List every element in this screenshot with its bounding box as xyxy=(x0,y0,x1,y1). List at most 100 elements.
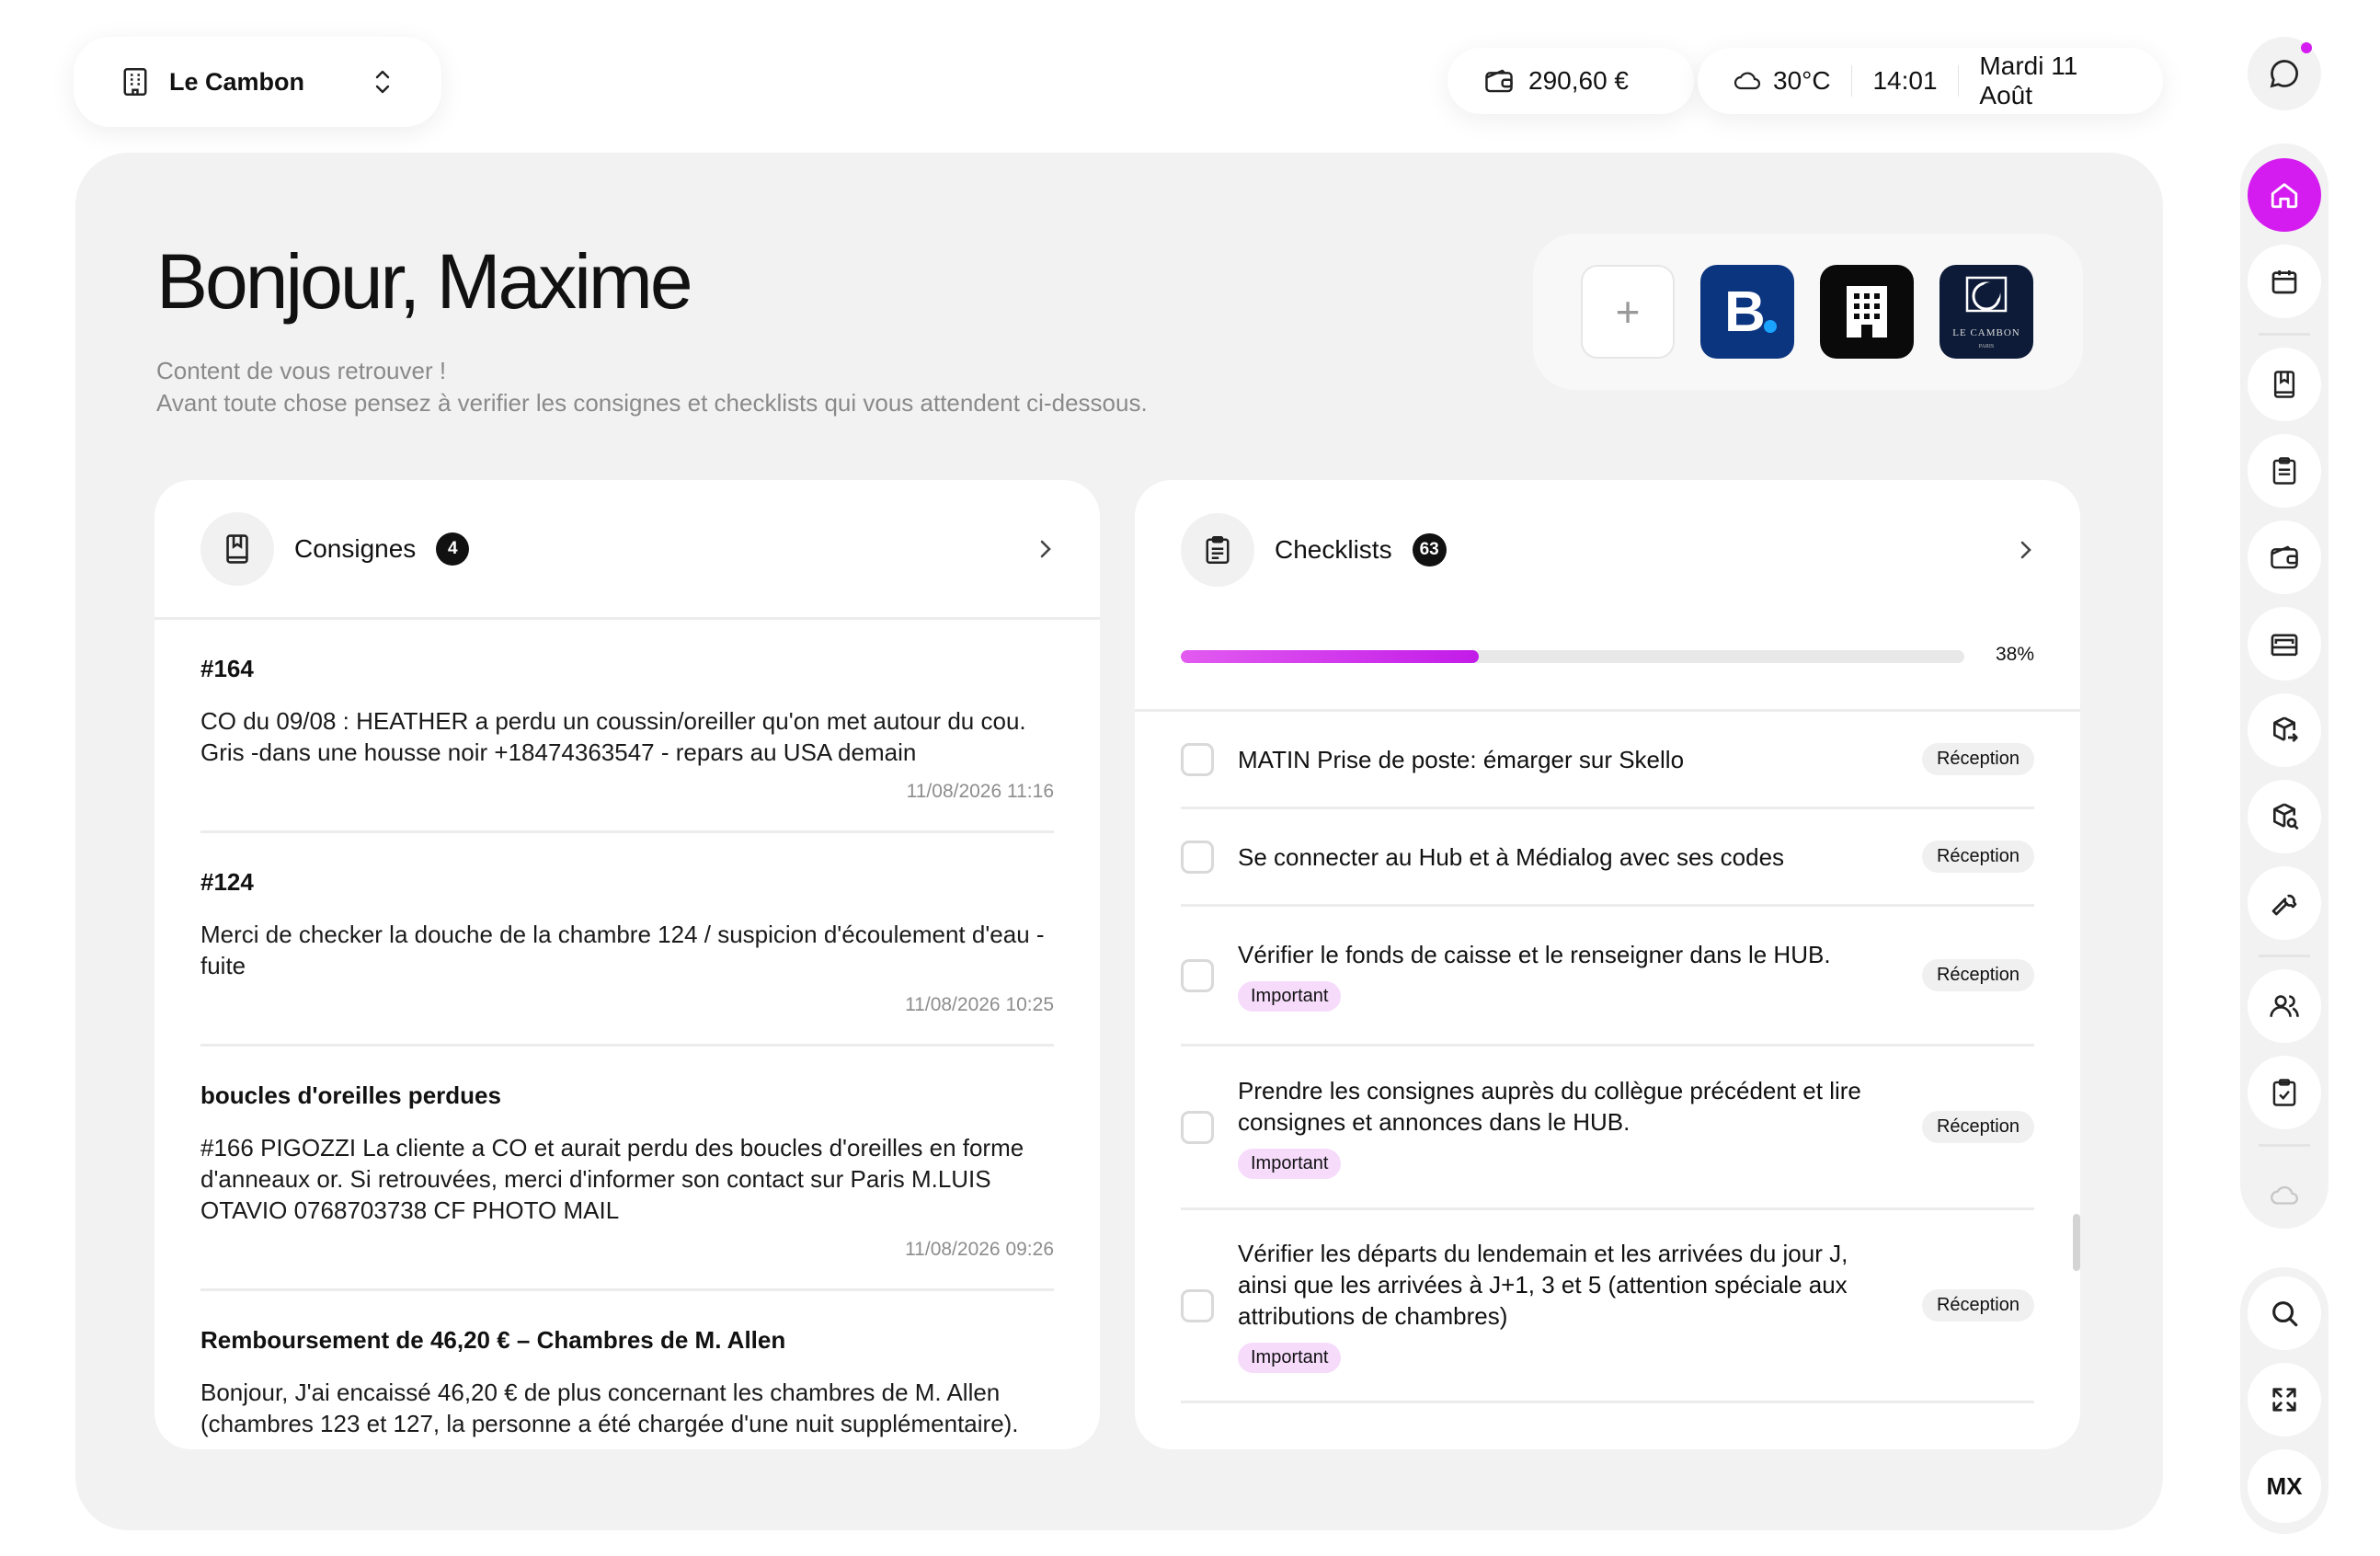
department-tag: Réception xyxy=(1921,1289,2034,1321)
add-app-button[interactable]: + xyxy=(1581,265,1675,359)
divider xyxy=(2259,1144,2310,1147)
checklist-checkbox[interactable] xyxy=(1181,1288,1214,1322)
checklist-item-text: MATIN Prise de poste: émarger sur Skello xyxy=(1238,745,1685,773)
consignes-count-badge: 4 xyxy=(436,532,470,566)
consigne-timestamp: 11/08/2026 11:16 xyxy=(906,781,1054,802)
consigne-text: Bonjour, J'ai encaissé 46,20 € de plus c… xyxy=(200,1379,1019,1437)
nav-team[interactable] xyxy=(2248,969,2321,1043)
subtitle-line-1: Content de vous retrouver ! xyxy=(156,357,447,384)
consignes-title: Consignes xyxy=(294,533,417,563)
department-tag: Réception xyxy=(1921,743,2034,775)
consignes-list: #164 CO du 09/08 : HEATHER a perdu un cou… xyxy=(154,620,1100,1449)
nav-tasks[interactable] xyxy=(2248,1056,2321,1129)
consigne-item[interactable]: boucles d'oreilles perdues #166 PIGOZZI L… xyxy=(200,1047,1054,1291)
nav-checklists[interactable] xyxy=(2248,434,2321,508)
checklist-item[interactable]: Vérifier le fonds de caisse et le rensei… xyxy=(1181,907,2034,1047)
divider xyxy=(2259,955,2310,957)
app-shortcuts: + B LE CAMBON PARIS xyxy=(1533,234,2083,390)
search-icon xyxy=(2269,1298,2300,1329)
booking-app-icon[interactable]: B xyxy=(1700,265,1794,359)
consignes-card: Consignes 4 #164 CO du 09/08 : HEATHER a … xyxy=(154,480,1100,1449)
checklist-item-body: Vérifier le fonds de caisse et le rensei… xyxy=(1238,939,1898,1012)
bed-icon xyxy=(2269,630,2300,658)
checklist-item-text: Prendre les consignes auprès du collègue… xyxy=(1238,1077,1861,1136)
calendar-icon xyxy=(2270,267,2299,296)
divider xyxy=(1957,65,1960,97)
wallet-balance[interactable]: 290,60 € xyxy=(1447,48,1694,114)
consigne-item[interactable]: #124 Merci de checker la douche de la cha… xyxy=(200,833,1054,1047)
consigne-title: #124 xyxy=(200,868,254,896)
consigne-title: Remboursement de 46,20 € – Chambres de M… xyxy=(200,1326,786,1354)
wallet-icon xyxy=(1484,67,1514,95)
nav-home[interactable] xyxy=(2248,158,2321,232)
nav-lost-found[interactable] xyxy=(2248,780,2321,853)
temperature: 30°C xyxy=(1773,66,1831,95)
department-tag: Réception xyxy=(1921,959,2034,991)
checklist-item[interactable]: Se connecter au Hub et à Médialog avec s… xyxy=(1181,809,2034,907)
balance-amount: 290,60 € xyxy=(1528,66,1629,95)
nav-wallet[interactable] xyxy=(2248,521,2321,594)
wrench-icon xyxy=(2270,888,2299,918)
checklists-count-badge: 63 xyxy=(1412,533,1447,566)
chevron-right-icon[interactable] xyxy=(1037,536,1054,562)
department-tag: Réception xyxy=(1921,841,2034,873)
department-tag: Réception xyxy=(1921,1111,2034,1143)
le-cambon-app-icon[interactable]: LE CAMBON PARIS xyxy=(1939,265,2033,359)
checklist-checkbox[interactable] xyxy=(1181,840,1214,874)
checklist-item[interactable]: Prendre les consignes auprès du collègue… xyxy=(1181,1047,2034,1210)
search-button[interactable] xyxy=(2248,1276,2321,1350)
chat-bubble-icon xyxy=(2268,57,2301,90)
consigne-item[interactable]: Remboursement de 46,20 € – Chambres de M… xyxy=(200,1291,1054,1449)
chevron-right-icon[interactable] xyxy=(2018,537,2034,563)
user-avatar[interactable]: MX xyxy=(2248,1449,2321,1523)
checklist-item-body: MATIN Prise de poste: émarger sur Skello xyxy=(1238,744,1898,775)
checklist-checkbox[interactable] xyxy=(1181,1110,1214,1144)
checklist-item-text: Vérifier le fonds de caisse et le rensei… xyxy=(1238,941,1831,968)
progress-percent: 38% xyxy=(1995,644,2034,665)
subtitle-line-2: Avant toute chose pensez à verifier les … xyxy=(156,389,1148,417)
checklist-item-body: Se connecter au Hub et à Médialog avec s… xyxy=(1238,841,1898,873)
notification-dot xyxy=(2301,42,2312,53)
scrollbar[interactable] xyxy=(2073,1214,2080,1271)
checklist-item-body: Vérifier les départs du lendemain et les… xyxy=(1238,1238,1898,1373)
consigne-text: #166 PIGOZZI La cliente a CO et aurait p… xyxy=(200,1134,1024,1224)
consignes-header[interactable]: Consignes 4 xyxy=(154,480,1100,620)
current-time: 14:01 xyxy=(1872,66,1938,95)
nav-weather[interactable] xyxy=(2248,1159,2321,1232)
fullscreen-button[interactable] xyxy=(2248,1363,2321,1436)
checklist-checkbox[interactable] xyxy=(1181,742,1214,776)
checklist-item[interactable]: Vérifier les départs du lendemain et les… xyxy=(1181,1210,2034,1403)
page-title: Bonjour, Maxime xyxy=(156,238,693,325)
hotel-name: Le Cambon xyxy=(169,67,305,96)
checklist-items: MATIN Prise de poste: émarger sur Skello… xyxy=(1135,712,2080,1403)
nav-calendar[interactable] xyxy=(2248,245,2321,318)
hub-app-icon[interactable] xyxy=(1820,265,1914,359)
cloud-icon xyxy=(1733,70,1762,92)
nav-rooms[interactable] xyxy=(2248,607,2321,681)
nav-consignes[interactable] xyxy=(2248,348,2321,421)
nav-packages[interactable] xyxy=(2248,693,2321,767)
checklist-checkbox[interactable] xyxy=(1181,958,1214,992)
consigne-item[interactable]: #164 CO du 09/08 : HEATHER a perdu un cou… xyxy=(200,620,1054,833)
checklists-header[interactable]: Checklists 63 xyxy=(1135,480,2080,620)
checklist-progress: 38% xyxy=(1135,620,2080,712)
clipboard-icon xyxy=(2271,456,2298,486)
consigne-timestamp: 11/08/2026 09:26 xyxy=(905,1239,1054,1260)
home-icon xyxy=(2269,179,2300,211)
consigne-timestamp: 11/08/2026 10:25 xyxy=(905,994,1054,1015)
current-date: Mardi 11 Août xyxy=(1979,51,2078,109)
cambon-logo-text: LE CAMBON xyxy=(1952,327,2020,338)
consigne-text: Merci de checker la douche de la chambre… xyxy=(200,921,1045,979)
package-arrow-icon xyxy=(2270,715,2299,745)
checklist-item[interactable]: MATIN Prise de poste: émarger sur Skello… xyxy=(1181,712,2034,809)
checklist-item-text: Se connecter au Hub et à Médialog avec s… xyxy=(1238,842,1785,871)
checklists-title: Checklists xyxy=(1275,535,1392,564)
wallet-icon xyxy=(2270,543,2299,571)
clipboard-icon xyxy=(1181,513,1254,587)
nav-maintenance[interactable] xyxy=(2248,866,2321,940)
weather-time-date: 30°C 14:01 Mardi 11 Août xyxy=(1698,48,2163,114)
notebook-icon xyxy=(200,511,274,586)
clipboard-check-icon xyxy=(2271,1078,2298,1107)
divider xyxy=(1850,65,1853,97)
hotel-switcher[interactable]: Le Cambon xyxy=(74,37,441,127)
